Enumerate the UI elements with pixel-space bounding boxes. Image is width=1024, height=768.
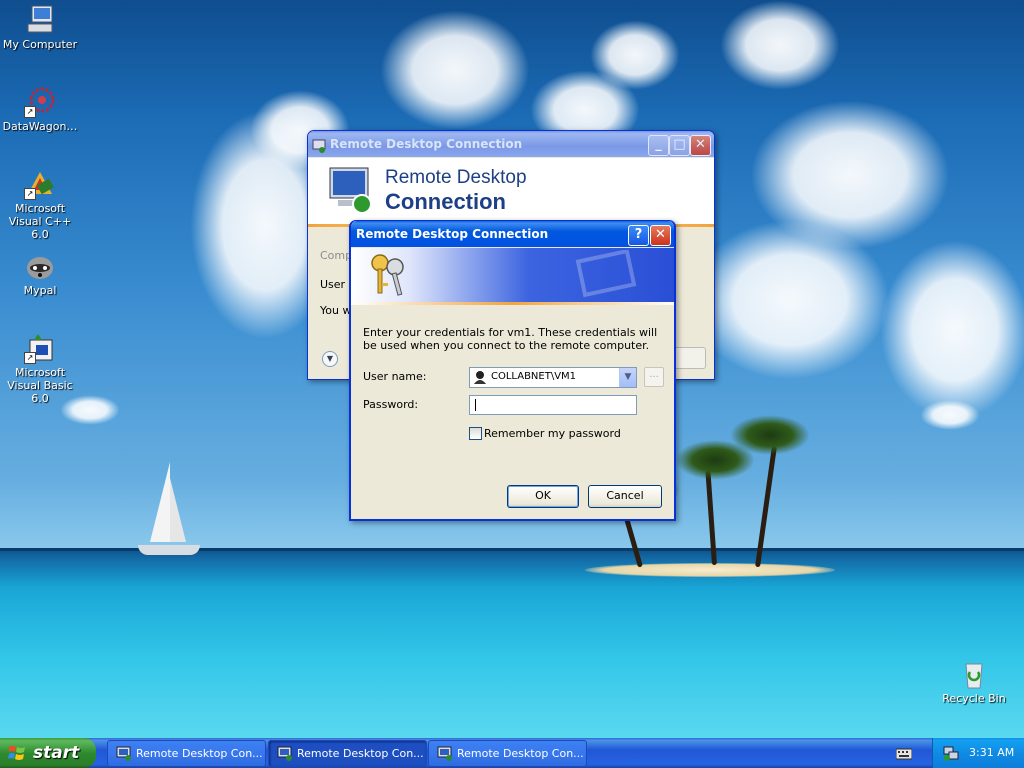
palm-leaves [730, 415, 810, 455]
taskbar-button[interactable]: Remote Desktop Con... [268, 740, 427, 767]
rdc-task-icon [277, 746, 292, 761]
username-label: User name: [363, 370, 427, 383]
banner-title-line2: Connection [385, 189, 506, 214]
info-label: You w [320, 304, 352, 317]
desktop-icon-my-computer[interactable]: My Computer [0, 4, 80, 51]
desktop-icon-label: My Computer [2, 38, 78, 51]
sailboat-sail [150, 462, 170, 542]
cloud [590, 20, 680, 90]
password-input[interactable] [469, 395, 637, 415]
desktop-icon-visual-cpp[interactable]: ↗ Microsoft Visual C++ 6.0 [0, 168, 80, 241]
dialog-banner [351, 248, 674, 302]
visual-basic-icon: ↗ [24, 332, 56, 364]
island [585, 563, 835, 577]
cancel-button[interactable]: Cancel [588, 485, 662, 508]
window-titlebar[interactable]: Remote Desktop Connection _ □ ✕ [308, 131, 714, 157]
banner-watermark-icon [575, 250, 637, 298]
credentials-message: Enter your credentials for vm1. These cr… [363, 326, 658, 352]
task-label: Remote Desktop Con... [297, 747, 424, 760]
visual-cpp-icon: ↗ [24, 168, 56, 200]
desktop-icon-mypal[interactable]: Mypal [0, 250, 80, 297]
rdc-task-icon [437, 746, 452, 761]
password-label: Password: [363, 398, 419, 411]
task-label: Remote Desktop Con... [136, 747, 263, 760]
remember-password-label[interactable]: Remember my password [484, 427, 621, 440]
cloud [380, 10, 530, 130]
keyboard-icon[interactable] [896, 748, 912, 760]
desktop-icon-visual-basic[interactable]: ↗ Microsoft Visual Basic 6.0 [0, 332, 80, 405]
rdc-monitor-icon [329, 167, 372, 214]
cloud [690, 220, 890, 380]
computer-label: Comp [320, 249, 353, 262]
desktop-icon-label: Recycle Bin [942, 692, 1006, 705]
rdc-task-icon [116, 746, 131, 761]
cloud [920, 400, 980, 430]
datawagon-icon: ↗ [24, 86, 56, 118]
window-title: Remote Desktop Connection [330, 137, 523, 151]
banner-divider [351, 302, 674, 305]
desktop-icon-recycle-bin[interactable]: Recycle Bin [934, 658, 1014, 705]
my-computer-icon [24, 4, 56, 36]
shortcut-arrow-icon: ↗ [24, 352, 36, 364]
desktop-icon-label: Microsoft Visual Basic 6.0 [7, 366, 73, 405]
help-icon[interactable]: ? [628, 225, 649, 246]
user-icon [474, 371, 486, 384]
rdc-banner: Remote Desktop Connection [308, 158, 714, 224]
chevron-down-icon[interactable]: ▼ [619, 368, 636, 387]
desktop-icon-datawagon[interactable]: ↗ DataWagon… [0, 86, 80, 133]
desktop-icon-label: Microsoft Visual C++ 6.0 [8, 202, 72, 241]
cloud [720, 0, 840, 90]
maximize-button[interactable]: □ [669, 135, 690, 156]
recycle-bin-icon [958, 658, 990, 690]
remember-password-checkbox[interactable] [469, 427, 482, 440]
rdc-small-icon [312, 136, 326, 153]
windows-logo-icon [8, 746, 25, 760]
close-button[interactable]: ✕ [690, 135, 711, 156]
desktop-icon-label: Mypal [23, 284, 57, 297]
options-expand-icon[interactable]: ▼ [322, 351, 338, 367]
browse-button[interactable]: ... [644, 367, 664, 387]
shortcut-arrow-icon: ↗ [24, 188, 36, 200]
taskbar-button[interactable]: Remote Desktop Con... [428, 740, 587, 767]
sea [0, 548, 1024, 738]
close-icon[interactable]: ✕ [650, 225, 671, 246]
dialog-titlebar[interactable]: Remote Desktop Connection ? ✕ [351, 221, 674, 247]
shortcut-arrow-icon: ↗ [24, 106, 36, 118]
desktop-icon-label: DataWagon… [2, 120, 78, 133]
task-label: Remote Desktop Con... [457, 747, 584, 760]
taskbar: start Remote Desktop Con... Remote Deskt… [0, 738, 1024, 768]
text-cursor [475, 399, 476, 411]
network-icon[interactable] [943, 745, 959, 761]
banner-title-line1: Remote Desktop [385, 167, 527, 188]
sailboat-sail [170, 478, 186, 542]
username-combo[interactable]: COLLABNET\VM1 ▼ [469, 367, 637, 388]
ok-button[interactable]: OK [507, 485, 579, 508]
sailboat-hull [138, 545, 200, 555]
mypal-raccoon-icon [24, 250, 56, 282]
keys-icon [371, 254, 404, 296]
dialog-title: Remote Desktop Connection [356, 227, 549, 241]
system-tray: 3:31 AM [932, 738, 1024, 768]
cloud [880, 240, 1024, 420]
taskbar-button[interactable]: Remote Desktop Con... [107, 740, 266, 767]
start-label: start [33, 743, 80, 763]
credentials-dialog: Remote Desktop Connection ? ✕ Enter your… [349, 220, 676, 521]
minimize-button[interactable]: _ [648, 135, 669, 156]
clock[interactable]: 3:31 AM [969, 746, 1014, 759]
start-button[interactable]: start [0, 738, 96, 768]
username-value: COLLABNET\VM1 [491, 371, 577, 382]
